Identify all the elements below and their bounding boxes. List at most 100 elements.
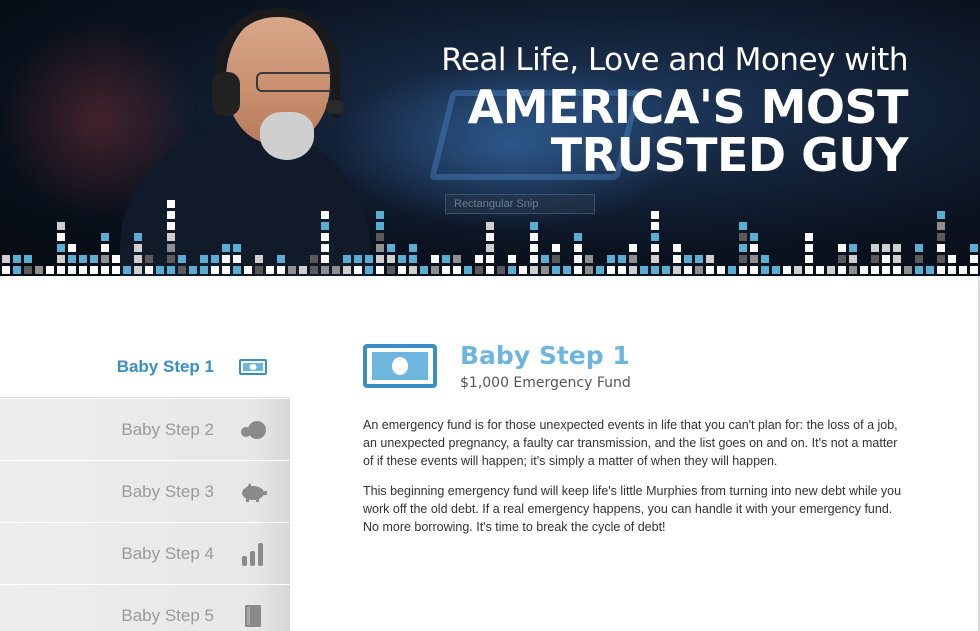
- equalizer-square: [112, 266, 120, 274]
- equalizer-square: [442, 266, 450, 274]
- equalizer-square: [475, 255, 483, 263]
- equalizer-square: [970, 266, 978, 274]
- equalizer-square: [651, 244, 659, 252]
- equalizer-square: [882, 255, 890, 263]
- equalizer-square: [750, 233, 758, 241]
- equalizer-square: [145, 266, 153, 274]
- equalizer-square: [574, 244, 582, 252]
- equalizer-square: [24, 266, 32, 274]
- equalizer-square: [607, 255, 615, 263]
- equalizer-square: [849, 266, 857, 274]
- equalizer-square: [915, 255, 923, 263]
- equalizer-square: [112, 255, 120, 263]
- equalizer-square: [871, 244, 879, 252]
- equalizer-square: [695, 266, 703, 274]
- equalizer-square: [805, 233, 813, 241]
- equalizer-square: [629, 244, 637, 252]
- equalizer-square: [365, 255, 373, 263]
- equalizer-square: [398, 255, 406, 263]
- step-description: An emergency fund is for those unexpecte…: [363, 416, 911, 548]
- sidebar-item-baby-step-1[interactable]: Baby Step 1: [0, 336, 290, 398]
- equalizer-square: [266, 266, 274, 274]
- equalizer-square: [222, 255, 230, 263]
- equalizer-square: [134, 233, 142, 241]
- sidebar-item-label: Baby Step 4: [121, 543, 214, 563]
- equalizer-square: [409, 244, 417, 252]
- equalizer-square: [937, 255, 945, 263]
- equalizer-square: [827, 266, 835, 274]
- equalizer-square: [167, 266, 175, 274]
- equalizer-square: [651, 211, 659, 219]
- equalizer-square: [596, 266, 604, 274]
- equalizer-square: [574, 233, 582, 241]
- sidebar-item-label: Baby Step 2: [121, 419, 214, 439]
- equalizer-square: [310, 255, 318, 263]
- sidebar-item-baby-step-2[interactable]: Baby Step 2: [0, 398, 290, 460]
- equalizer-square: [101, 233, 109, 241]
- equalizer-square: [321, 255, 329, 263]
- equalizer-square: [761, 266, 769, 274]
- equalizer-square: [101, 244, 109, 252]
- equalizer-square: [640, 266, 648, 274]
- equalizer-square: [497, 266, 505, 274]
- equalizer-square: [321, 222, 329, 230]
- equalizer-square: [519, 266, 527, 274]
- equalizer-square: [277, 255, 285, 263]
- equalizer-square: [706, 255, 714, 263]
- hero-banner: Rectangular Snip Real Life, Love and Mon…: [0, 0, 980, 276]
- equalizer-square: [849, 255, 857, 263]
- equalizer-square: [882, 266, 890, 274]
- equalizer-square: [343, 255, 351, 263]
- equalizer-square: [739, 222, 747, 230]
- equalizer-square: [387, 244, 395, 252]
- equalizer-square: [343, 266, 351, 274]
- equalizer-square: [893, 266, 901, 274]
- equalizer-square: [35, 266, 43, 274]
- equalizer-square: [970, 244, 978, 252]
- equalizer-square: [409, 255, 417, 263]
- equalizer-square: [222, 244, 230, 252]
- equalizer-square: [233, 244, 241, 252]
- equalizer-square: [893, 255, 901, 263]
- equalizer-square: [508, 266, 516, 274]
- sidebar-item-baby-step-3[interactable]: Baby Step 3: [0, 460, 290, 522]
- equalizer-square: [508, 255, 516, 263]
- equalizer-square: [673, 266, 681, 274]
- equalizer-square: [90, 266, 98, 274]
- equalizer-square: [629, 266, 637, 274]
- equalizer-square: [651, 266, 659, 274]
- equalizer-square: [750, 244, 758, 252]
- equalizer-square: [222, 266, 230, 274]
- equalizer-square: [24, 255, 32, 263]
- equalizer-square: [739, 266, 747, 274]
- equalizer-square: [948, 266, 956, 274]
- equalizer-square: [178, 255, 186, 263]
- equalizer-square: [662, 266, 670, 274]
- equalizer-square: [90, 255, 98, 263]
- equalizer-square: [453, 266, 461, 274]
- sidebar-item-baby-step-4[interactable]: Baby Step 4: [0, 522, 290, 584]
- equalizer-square: [200, 266, 208, 274]
- equalizer-square: [915, 244, 923, 252]
- equalizer-square: [915, 266, 923, 274]
- equalizer-square: [57, 244, 65, 252]
- equalizer-square: [442, 255, 450, 263]
- equalizer-square: [651, 255, 659, 263]
- equalizer-square: [717, 266, 725, 274]
- equalizer-square: [13, 255, 21, 263]
- equalizer-square: [805, 255, 813, 263]
- book-icon: [238, 601, 268, 631]
- equalizer-square: [772, 266, 780, 274]
- equalizer-square: [684, 266, 692, 274]
- piggy-bank-icon: [238, 477, 268, 507]
- equalizer-square: [13, 266, 21, 274]
- equalizer-square: [79, 255, 87, 263]
- equalizer-square: [46, 266, 54, 274]
- equalizer-square: [871, 266, 879, 274]
- sidebar-item-baby-step-5[interactable]: Baby Step 5: [0, 584, 290, 631]
- equalizer-square: [706, 266, 714, 274]
- equalizer-square: [805, 266, 813, 274]
- equalizer-square: [552, 244, 560, 252]
- equalizer-square: [211, 255, 219, 263]
- equalizer-square: [948, 255, 956, 263]
